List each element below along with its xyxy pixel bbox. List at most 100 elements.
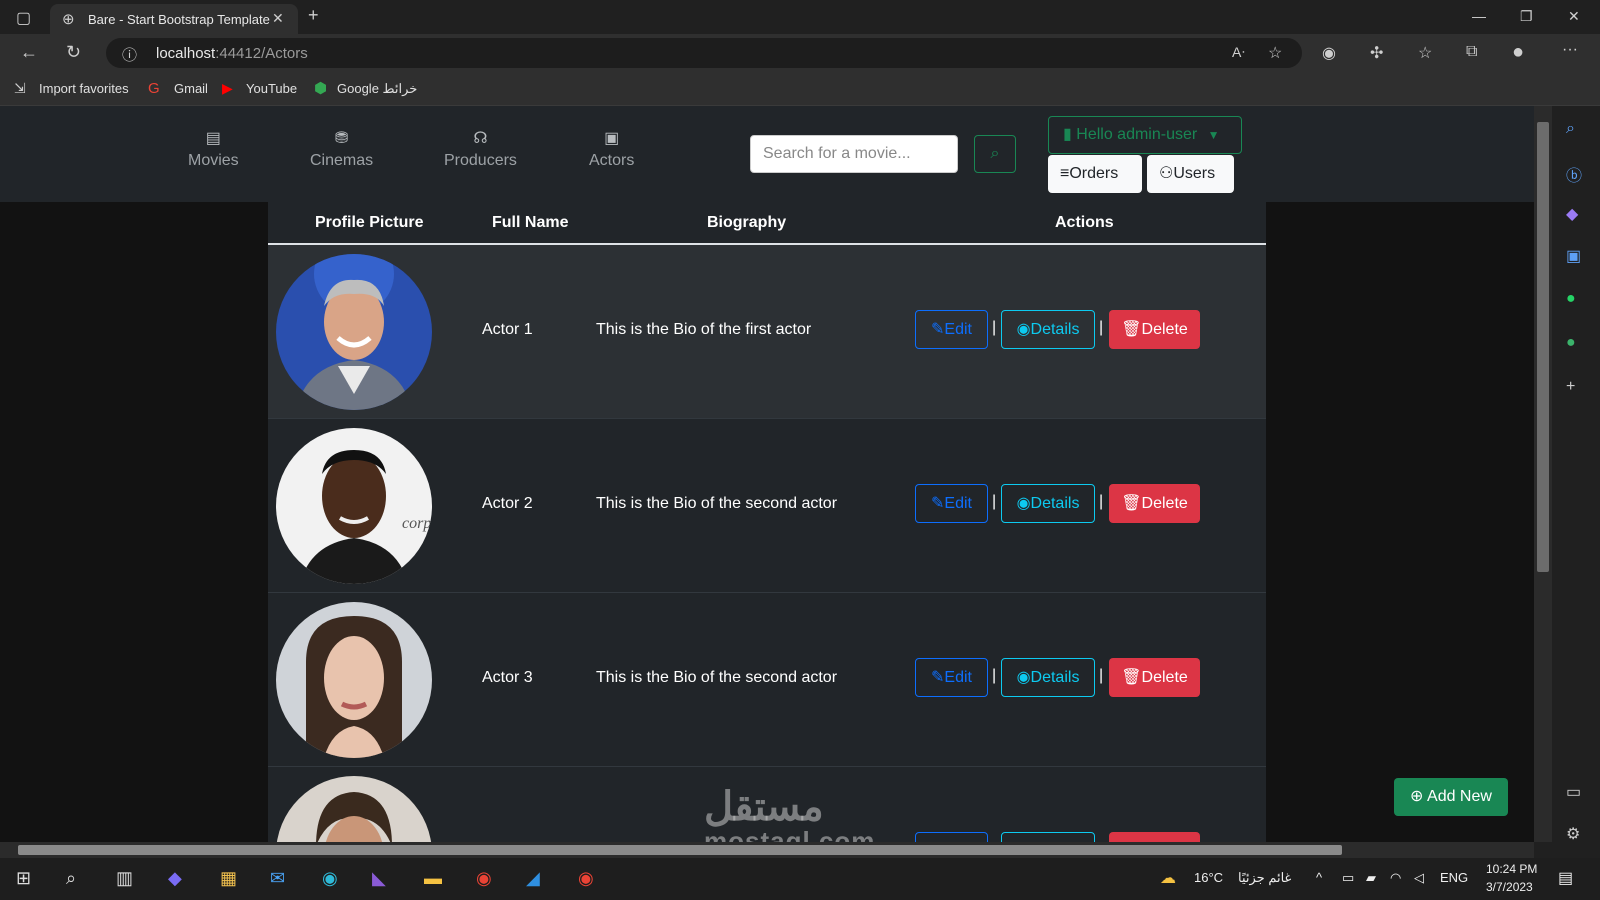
profile-icon[interactable]: ● xyxy=(1512,41,1524,64)
favorite-star-icon[interactable]: ☆ xyxy=(1268,43,1282,63)
vscode-icon[interactable]: ◢ xyxy=(526,868,540,889)
back-icon[interactable]: ← xyxy=(20,42,38,63)
favorites-icon[interactable]: ☆ xyxy=(1418,43,1432,63)
site-navbar: ▤ Movies ⛃ Cinemas ☊ Producers ▣ Actors … xyxy=(0,106,1534,202)
add-sidebar-icon[interactable]: + xyxy=(1566,378,1575,396)
edit-label: Edit xyxy=(944,495,972,512)
horizontal-scroll-thumb[interactable] xyxy=(18,845,1342,855)
edit-label: Edit xyxy=(944,669,972,686)
details-button[interactable]: ◉Details xyxy=(1001,484,1095,523)
wifi-icon[interactable]: ◠ xyxy=(1390,870,1401,886)
vertical-scroll-thumb[interactable] xyxy=(1537,122,1549,572)
search-button[interactable]: ⌕ xyxy=(974,135,1016,173)
battery-icon[interactable]: ▰ xyxy=(1366,870,1376,886)
clock-date[interactable]: 3/7/2023 xyxy=(1486,880,1533,894)
nav-actors[interactable]: ▣ Actors xyxy=(589,128,634,170)
sidebar-toggle-icon[interactable]: ▭ xyxy=(1566,782,1581,802)
close-window-icon[interactable]: ✕ xyxy=(1568,8,1580,25)
weather-text[interactable]: غائم جزئيًا xyxy=(1238,870,1291,886)
puzzle-icon[interactable]: ✣ xyxy=(1370,43,1383,63)
separator: | xyxy=(992,319,997,336)
new-tab-icon[interactable]: + xyxy=(308,5,319,26)
plus-circle-icon: ⊕ xyxy=(1410,788,1424,805)
details-button[interactable] xyxy=(1001,832,1095,842)
refresh-icon[interactable]: ↻ xyxy=(66,42,81,63)
delete-label: Delete xyxy=(1141,495,1188,512)
read-aloud-icon[interactable]: Aᐧ xyxy=(1232,44,1245,61)
delete-button[interactable] xyxy=(1109,832,1200,842)
tab-actions-icon[interactable]: ▢ xyxy=(16,8,31,28)
info-icon[interactable]: ⓘ xyxy=(122,44,137,65)
address-bar[interactable]: ⓘ localhost:44412/Actors Aᐧ ☆ xyxy=(106,38,1302,68)
edge-icon[interactable]: ◉ xyxy=(322,868,338,889)
trash-icon: 🗑 xyxy=(1121,495,1142,512)
details-button[interactable]: ◉Details xyxy=(1001,658,1095,697)
delete-button[interactable]: 🗑Delete xyxy=(1109,658,1200,697)
store-icon[interactable]: ▦ xyxy=(220,868,237,889)
chevron-up-icon[interactable]: ^ xyxy=(1316,870,1322,885)
users-button[interactable]: ⚇Users xyxy=(1147,155,1234,193)
nav-movies[interactable]: ▤ Movies xyxy=(188,128,239,170)
search-icon[interactable]: ⌕ xyxy=(1566,120,1575,138)
app-m-icon[interactable]: ● xyxy=(1566,334,1576,352)
chrome-icon[interactable]: ◉ xyxy=(476,868,492,889)
bing-chat-icon[interactable]: ◆ xyxy=(168,868,182,889)
volume-icon[interactable]: ◁ xyxy=(1414,870,1424,886)
trash-icon: 🗑 xyxy=(1121,669,1142,686)
list-icon: ≡ xyxy=(1060,165,1070,182)
bing-icon[interactable]: ⓑ xyxy=(1566,162,1582,186)
language-indicator[interactable]: ENG xyxy=(1440,870,1468,885)
settings-icon[interactable]: ⚙ xyxy=(1566,824,1580,844)
file-explorer-icon[interactable]: ▬ xyxy=(424,868,442,889)
headphones-icon: ☊ xyxy=(473,130,488,147)
whatsapp-icon[interactable]: ● xyxy=(1566,290,1576,308)
edit-button[interactable] xyxy=(915,832,988,842)
clock-time[interactable]: 10:24 PM xyxy=(1486,862,1537,876)
shopping-icon[interactable]: ◆ xyxy=(1566,204,1578,224)
search-icon[interactable]: ⌕ xyxy=(66,868,76,889)
collections-icon[interactable]: ⧉ xyxy=(1466,43,1477,61)
outlook-icon[interactable]: ▣ xyxy=(1566,246,1581,266)
close-tab-icon[interactable]: ✕ xyxy=(272,10,284,27)
taskbar: ⊞ ⌕ ▥ ◆ ▦ ✉ ◉ ◣ ▬ ◉ ◢ ◉ ☁ 16°C غائم جزئي… xyxy=(0,858,1600,900)
extension-icon[interactable]: ◉ xyxy=(1322,43,1336,63)
nav-producers[interactable]: ☊ Producers xyxy=(444,128,517,170)
edge-sidebar: ⌕ ⓑ ◆ ▣ ● ● + ▭ ⚙ xyxy=(1552,106,1600,858)
fav-maps[interactable]: Google خرائط xyxy=(337,81,417,97)
mail-icon[interactable]: ✉ xyxy=(270,868,285,889)
actor-bio: This is the Bio of the second actor xyxy=(596,495,838,512)
task-view-icon[interactable]: ▥ xyxy=(116,868,133,889)
nav-cinemas[interactable]: ⛃ Cinemas xyxy=(310,128,373,170)
edit-button[interactable]: ✎Edit xyxy=(915,310,988,349)
visual-studio-icon[interactable]: ◣ xyxy=(372,868,386,889)
add-new-button[interactable]: ⊕ Add New xyxy=(1394,778,1508,816)
notifications-icon[interactable]: ▤ xyxy=(1558,868,1573,888)
more-icon[interactable]: ··· xyxy=(1562,41,1578,59)
orders-button[interactable]: ≡Orders xyxy=(1048,155,1142,193)
horizontal-scrollbar[interactable] xyxy=(0,842,1534,858)
fav-youtube[interactable]: YouTube xyxy=(246,81,297,96)
edit-button[interactable]: ✎Edit xyxy=(915,658,988,697)
delete-button[interactable]: 🗑Delete xyxy=(1109,310,1200,349)
nav-cinemas-label: Cinemas xyxy=(310,152,374,169)
edit-button[interactable]: ✎Edit xyxy=(915,484,988,523)
windows-start-icon[interactable]: ⊞ xyxy=(16,868,31,889)
browser-titlebar: ▢ ⊕ Bare - Start Bootstrap Template ✕ + … xyxy=(0,0,1600,34)
details-label: Details xyxy=(1030,669,1080,686)
vertical-scrollbar[interactable] xyxy=(1534,106,1552,842)
meet-icon[interactable]: ▭ xyxy=(1342,870,1354,886)
weather-temp[interactable]: 16°C xyxy=(1194,870,1223,885)
watermark-arabic: مستقل xyxy=(704,785,824,829)
avatar xyxy=(276,602,432,758)
search-input[interactable] xyxy=(750,135,958,173)
chrome-profile-icon[interactable]: ◉ xyxy=(578,868,594,889)
restore-icon[interactable]: ❐ xyxy=(1520,8,1533,25)
details-button[interactable]: ◉Details xyxy=(1001,310,1095,349)
delete-button[interactable]: 🗑Delete xyxy=(1109,484,1200,523)
minimize-icon[interactable]: — xyxy=(1472,8,1486,24)
user-dropdown-button[interactable]: ▮ Hello admin-user ▼ xyxy=(1048,116,1242,154)
page-viewport: ▤ Movies ⛃ Cinemas ☊ Producers ▣ Actors … xyxy=(0,106,1534,842)
fav-import[interactable]: Import favorites xyxy=(39,81,129,96)
fav-gmail[interactable]: Gmail xyxy=(174,81,208,96)
browser-tab[interactable]: ⊕ Bare - Start Bootstrap Template ✕ xyxy=(50,4,298,34)
